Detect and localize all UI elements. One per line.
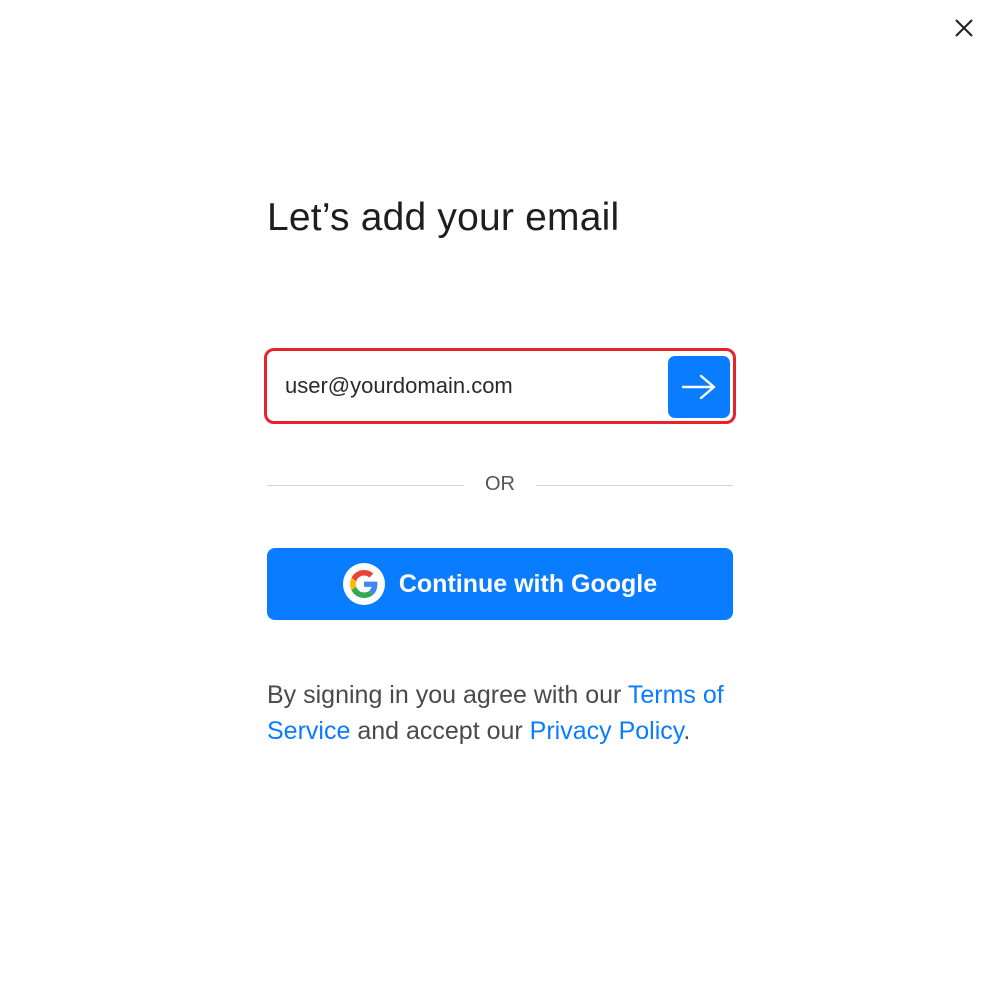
terms-text: By signing in you agree with our Terms o…: [267, 677, 737, 749]
continue-with-google-button[interactable]: Continue with Google: [267, 548, 733, 620]
google-button-label: Continue with Google: [398, 569, 658, 598]
divider-line-right: [536, 485, 733, 486]
privacy-policy-link[interactable]: Privacy Policy: [530, 717, 684, 745]
close-icon: [955, 19, 973, 37]
email-form-highlight: [264, 348, 736, 424]
terms-text-part-2: and accept our: [350, 717, 530, 745]
page-title: Let’s add your email: [267, 196, 620, 239]
close-button[interactable]: [950, 14, 978, 42]
arrow-right-icon: [681, 374, 716, 400]
or-divider: OR: [267, 470, 733, 500]
terms-text-part-3: .: [683, 717, 691, 745]
terms-text-part-1: By signing in you agree with our: [267, 681, 628, 709]
email-input[interactable]: [275, 356, 685, 416]
submit-email-button[interactable]: [668, 356, 730, 418]
google-icon: [342, 563, 385, 605]
